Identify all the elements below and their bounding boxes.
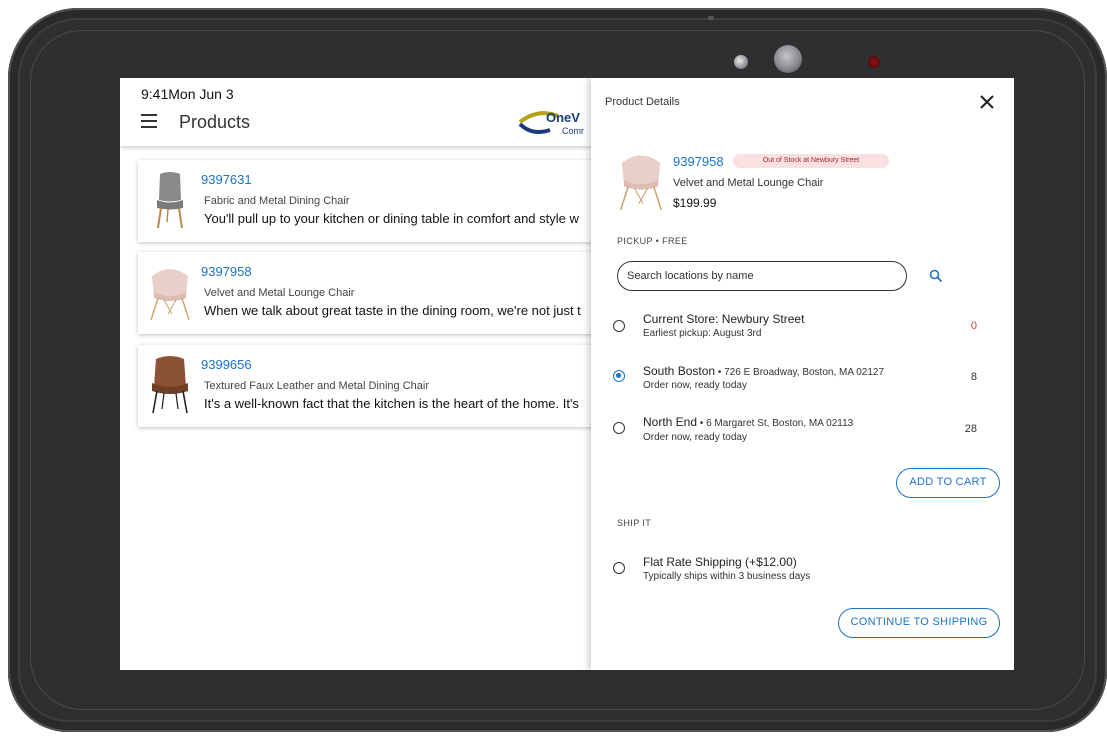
product-sku: 9397958 bbox=[201, 264, 252, 279]
location-name: South Boston • 726 E Broadway, Boston, M… bbox=[643, 364, 884, 378]
product-description: It's a well-known fact that the kitchen … bbox=[204, 396, 579, 411]
continue-to-shipping-button[interactable]: CONTINUE TO SHIPPING bbox=[838, 608, 1000, 638]
close-icon[interactable] bbox=[979, 94, 995, 110]
location-stock-count: 0 bbox=[970, 320, 977, 332]
location-radio-south-boston[interactable] bbox=[613, 370, 625, 382]
location-radio-newbury[interactable] bbox=[613, 320, 625, 332]
status-date: Mon Jun 3 bbox=[168, 86, 234, 102]
product-details-panel: Product Details 9397958 Out of Stock at … bbox=[591, 78, 1014, 670]
location-search-input[interactable] bbox=[627, 262, 897, 290]
status-bar: 9:41Mon Jun 3 bbox=[141, 86, 234, 102]
location-availability: Order now, ready today bbox=[643, 380, 747, 391]
product-description: When we talk about great taste in the di… bbox=[204, 303, 581, 318]
shipping-option-detail: Typically ships within 3 business days bbox=[643, 571, 811, 582]
product-sku: 9399656 bbox=[201, 357, 252, 372]
logo-subtext: Comr bbox=[562, 126, 584, 136]
list-item[interactable]: 9397958 Velvet and Metal Lounge Chair Wh… bbox=[138, 252, 608, 334]
sensor-icon bbox=[734, 55, 748, 69]
list-item[interactable]: 9399656 Textured Faux Leather and Metal … bbox=[138, 345, 608, 427]
location-title: South Boston bbox=[643, 364, 716, 378]
indicator-light-icon bbox=[868, 56, 880, 68]
search-icon[interactable] bbox=[929, 269, 943, 283]
product-name: Textured Faux Leather and Metal Dining C… bbox=[204, 380, 430, 392]
screen: 9:41Mon Jun 3 Products OneV Comr 9397631… bbox=[120, 78, 1014, 670]
list-item[interactable]: 9397631 Fabric and Metal Dining Chair Yo… bbox=[138, 160, 608, 242]
pickup-section-label: PICKUP • FREE bbox=[617, 236, 688, 246]
location-title: Current Store: Newbury Street bbox=[643, 312, 805, 326]
leather-chair-brown-image bbox=[152, 356, 188, 414]
add-to-cart-button[interactable]: ADD TO CART bbox=[896, 468, 1000, 498]
product-sku: 9397631 bbox=[201, 172, 252, 187]
panel-title: Product Details bbox=[605, 96, 680, 108]
location-name: Current Store: Newbury Street bbox=[643, 312, 804, 326]
status-badge: Out of Stock at Newbury Street bbox=[733, 154, 889, 168]
location-stock-count: 8 bbox=[970, 371, 977, 383]
shipping-option-name: Flat Rate Shipping (+$12.00) bbox=[643, 555, 797, 569]
logo-text: OneV bbox=[546, 110, 580, 125]
camera-icon bbox=[774, 45, 802, 73]
location-address: • 6 Margaret St, Boston, MA 02113 bbox=[697, 418, 854, 429]
location-name: North End • 6 Margaret St, Boston, MA 02… bbox=[643, 415, 853, 429]
location-address: • 726 E Broadway, Boston, MA 02127 bbox=[715, 367, 885, 378]
lounge-chair-pink-image bbox=[620, 155, 662, 211]
lounge-chair-pink-image bbox=[150, 269, 190, 321]
top-notch bbox=[708, 16, 714, 20]
status-time: 9:41 bbox=[141, 86, 169, 102]
page-title: Products bbox=[179, 112, 251, 132]
location-availability: Order now, ready today bbox=[643, 432, 747, 443]
location-availability: Earliest pickup: August 3rd bbox=[643, 328, 762, 339]
dining-chair-gray-image bbox=[157, 172, 183, 229]
detail-sku: 9397958 bbox=[673, 154, 724, 169]
location-search-field bbox=[617, 261, 907, 291]
product-description: You'll pull up to your kitchen or dining… bbox=[204, 211, 579, 226]
detail-price: $199.99 bbox=[673, 196, 717, 210]
detail-product-name: Velvet and Metal Lounge Chair bbox=[673, 177, 824, 189]
product-name: Fabric and Metal Dining Chair bbox=[204, 195, 350, 207]
product-name: Velvet and Metal Lounge Chair bbox=[204, 287, 355, 299]
ship-section-label: SHIP IT bbox=[617, 518, 652, 528]
shipping-radio-flat-rate[interactable] bbox=[613, 562, 625, 574]
location-radio-north-end[interactable] bbox=[613, 422, 625, 434]
location-title: North End bbox=[643, 415, 698, 429]
location-stock-count: 28 bbox=[964, 423, 977, 435]
hamburger-menu-icon[interactable] bbox=[141, 114, 157, 128]
